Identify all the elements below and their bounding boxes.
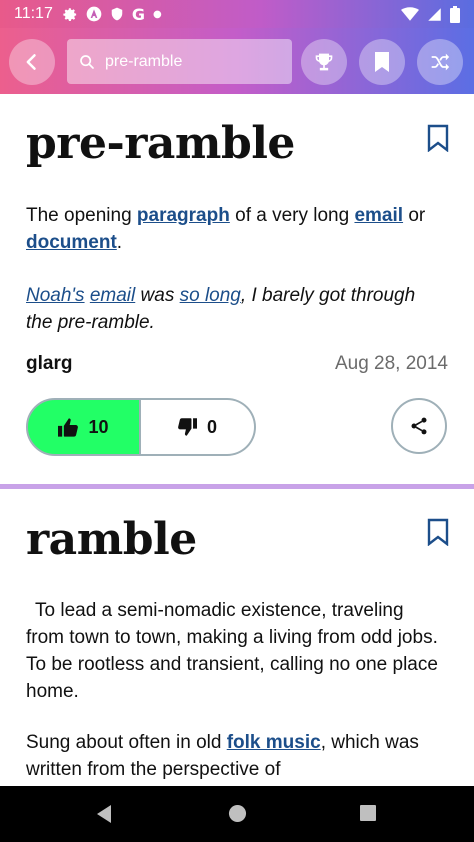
link-email[interactable]: email bbox=[90, 285, 135, 306]
system-navigation-bar bbox=[0, 786, 474, 842]
share-button[interactable] bbox=[391, 398, 447, 454]
definition-text: Sung about often in old bbox=[26, 732, 227, 753]
thumbs-down-icon bbox=[178, 418, 197, 436]
entry-author[interactable]: glarg bbox=[26, 353, 72, 375]
card-divider bbox=[0, 484, 474, 489]
search-input[interactable] bbox=[103, 51, 277, 72]
link-folk-music[interactable]: folk music bbox=[227, 732, 321, 753]
definition-text: . bbox=[116, 232, 123, 253]
status-bar: 11:17 G ● bbox=[0, 0, 474, 28]
thumbs-up-icon bbox=[58, 417, 79, 437]
definition-text: of a very long bbox=[229, 205, 355, 226]
link-email[interactable]: email bbox=[354, 205, 403, 226]
entry-definition-continued: Sung about often in old folk music, whic… bbox=[26, 729, 446, 783]
entry-date: Aug 28, 2014 bbox=[334, 353, 448, 374]
entry-definition: To lead a semi-nomadic existence, travel… bbox=[26, 600, 438, 702]
entry-definition: The opening paragraph of a very long ema… bbox=[26, 202, 446, 256]
bookmark-outline-icon[interactable] bbox=[426, 518, 450, 546]
vote-group: 10 0 bbox=[26, 398, 256, 456]
downvote-count: 0 bbox=[206, 416, 217, 437]
link-document[interactable]: document bbox=[26, 232, 117, 253]
signal-icon bbox=[428, 7, 441, 21]
upvote-count: 10 bbox=[88, 416, 109, 437]
bookmark-outline-icon[interactable] bbox=[426, 124, 450, 152]
shield-icon bbox=[111, 7, 123, 21]
entry-example: Noah's email was so long, I barely got t… bbox=[26, 282, 446, 336]
nav-home-icon[interactable] bbox=[228, 804, 247, 823]
google-icon: G bbox=[131, 4, 145, 24]
wifi-icon bbox=[401, 7, 419, 21]
status-time: 11:17 bbox=[14, 5, 53, 22]
shuffle-icon bbox=[431, 53, 450, 71]
back-arrow-icon bbox=[26, 54, 36, 70]
search-box[interactable] bbox=[67, 39, 292, 84]
search-icon bbox=[80, 54, 94, 69]
share-icon bbox=[411, 417, 427, 435]
back-button[interactable] bbox=[9, 39, 55, 85]
trophy-icon bbox=[315, 53, 333, 71]
app-a-icon bbox=[86, 6, 102, 22]
link-so-long[interactable]: so long bbox=[180, 285, 241, 306]
trophy-button[interactable] bbox=[301, 39, 347, 85]
example-text: was bbox=[135, 285, 180, 306]
link-paragraph[interactable]: paragraph bbox=[137, 205, 230, 226]
settings-gear-icon bbox=[63, 7, 76, 21]
random-button[interactable] bbox=[417, 39, 463, 85]
entry-word: pre-ramble bbox=[26, 118, 295, 169]
entry-word: ramble bbox=[26, 514, 197, 565]
downvote-button[interactable]: 0 bbox=[141, 398, 256, 456]
definition-text: or bbox=[403, 205, 426, 226]
app-bar bbox=[0, 28, 474, 94]
upvote-button[interactable]: 10 bbox=[26, 398, 141, 456]
nav-back-icon[interactable] bbox=[95, 804, 113, 824]
notification-dot-icon: ● bbox=[153, 8, 162, 20]
bookmarks-button[interactable] bbox=[359, 39, 405, 85]
link-noahs[interactable]: Noah's bbox=[26, 285, 85, 306]
bookmark-icon bbox=[375, 52, 389, 72]
nav-recents-icon[interactable] bbox=[359, 804, 377, 822]
battery-icon bbox=[450, 5, 460, 23]
definition-text: The opening bbox=[26, 205, 137, 226]
